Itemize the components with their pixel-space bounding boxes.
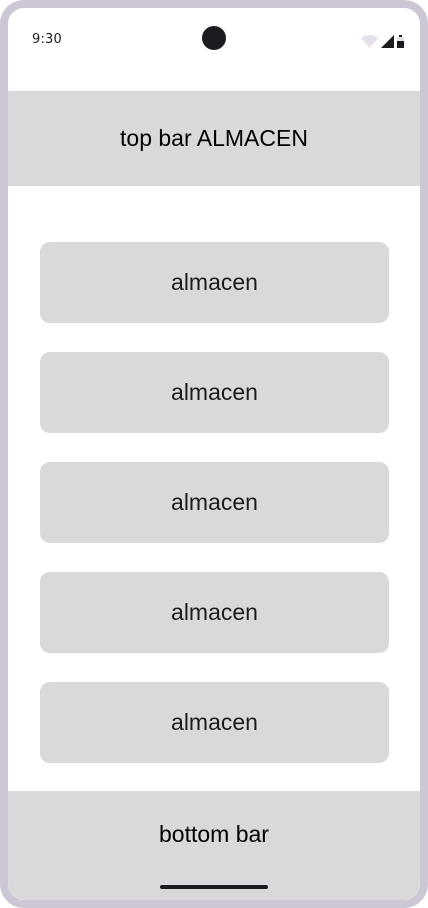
almacen-button-label: almacen bbox=[171, 269, 258, 295]
signal-icon bbox=[381, 35, 394, 48]
almacen-button-5[interactable]: almacen bbox=[40, 682, 389, 763]
almacen-button-4[interactable]: almacen bbox=[40, 572, 389, 653]
almacen-button-2[interactable]: almacen bbox=[40, 352, 389, 433]
top-bar: top bar ALMACEN bbox=[8, 91, 420, 186]
bottom-bar-label: bottom bar bbox=[159, 821, 269, 847]
battery-icon bbox=[397, 35, 404, 48]
camera-cutout bbox=[202, 26, 226, 50]
screen: 9:30 top bar ALMACEN almacen almacen alm… bbox=[8, 8, 420, 900]
home-indicator[interactable] bbox=[160, 885, 268, 889]
almacen-button-3[interactable]: almacen bbox=[40, 462, 389, 543]
status-bar: 9:30 bbox=[8, 8, 420, 72]
wifi-icon bbox=[361, 35, 378, 48]
almacen-button-1[interactable]: almacen bbox=[40, 242, 389, 323]
almacen-button-label: almacen bbox=[171, 489, 258, 515]
top-bar-title: top bar ALMACEN bbox=[120, 125, 308, 151]
almacen-button-label: almacen bbox=[171, 599, 258, 625]
almacen-button-label: almacen bbox=[171, 709, 258, 735]
status-time: 9:30 bbox=[32, 32, 62, 47]
almacen-button-label: almacen bbox=[171, 379, 258, 405]
device-frame: 9:30 top bar ALMACEN almacen almacen alm… bbox=[0, 0, 428, 908]
almacen-list: almacen almacen almacen almacen almacen bbox=[40, 242, 389, 763]
bottom-bar: bottom bar bbox=[8, 791, 420, 900]
status-icons bbox=[361, 34, 404, 48]
